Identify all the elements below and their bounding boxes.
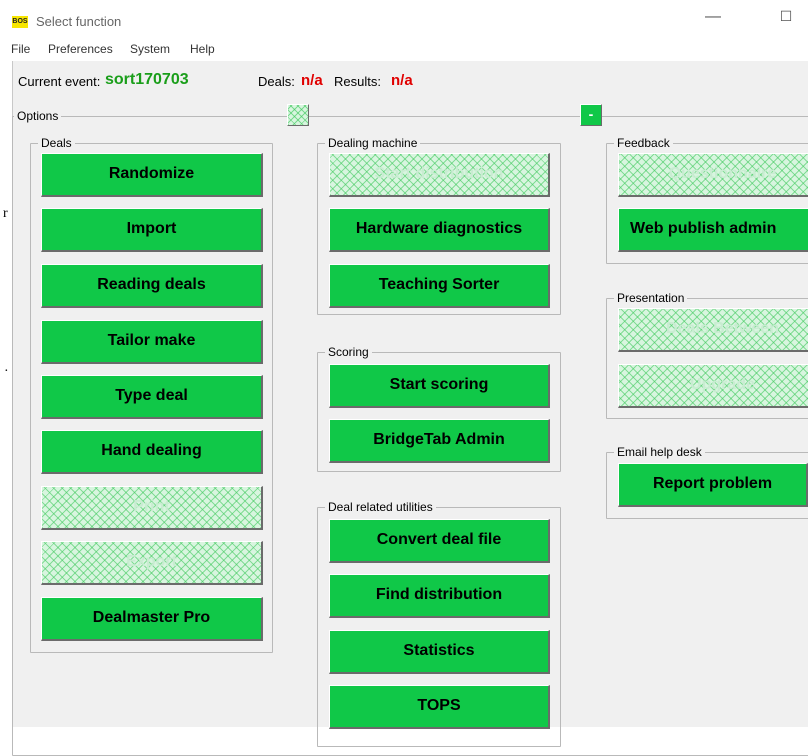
import-button[interactable]: Import bbox=[41, 208, 263, 252]
presentation-label: Presentation bbox=[614, 290, 688, 306]
deals-between-button[interactable]: Deals Between bbox=[618, 308, 808, 352]
hand-dealing-button[interactable]: Hand dealing bbox=[41, 430, 263, 474]
tops-button[interactable]: TOPS bbox=[329, 685, 550, 729]
feedback-label: Feedback bbox=[614, 135, 673, 151]
results-label: Results: bbox=[334, 74, 381, 89]
event-label: Current event: bbox=[18, 74, 101, 89]
menu-bar: File Preferences System Help bbox=[0, 40, 808, 60]
export-button[interactable]: Export bbox=[41, 541, 263, 585]
collapse-button[interactable]: - bbox=[580, 104, 602, 126]
options-label: Options bbox=[14, 108, 62, 124]
menu-file[interactable]: File bbox=[11, 42, 30, 56]
hardware-diagnostics-button[interactable]: Hardware diagnostics bbox=[329, 208, 550, 252]
start-distribution-button[interactable]: Start distribution bbox=[329, 153, 550, 197]
dealmaster-pro-button[interactable]: Dealmaster Pro bbox=[41, 597, 263, 641]
randomize-button[interactable]: Randomize bbox=[41, 153, 263, 197]
window-title: Select function bbox=[36, 14, 122, 29]
deals-label: Deals: bbox=[258, 74, 295, 89]
options-toggle-button[interactable] bbox=[287, 104, 309, 126]
convert-deal-file-button[interactable]: Convert deal file bbox=[329, 519, 550, 563]
web-publish-admin-button[interactable]: Web publish admin bbox=[618, 208, 808, 252]
type-deal-button[interactable]: Type deal bbox=[41, 375, 263, 419]
report-problem-button[interactable]: Report problem bbox=[618, 463, 808, 507]
event-value: sort170703 bbox=[105, 71, 189, 88]
upgrade-button[interactable]: Upgrade bbox=[618, 364, 808, 408]
bridgetab-admin-button[interactable]: BridgeTab Admin bbox=[329, 419, 550, 463]
app-logo-icon: BOS bbox=[12, 16, 28, 28]
find-distribution-button[interactable]: Find distribution bbox=[329, 574, 550, 618]
dealing-machine-label: Dealing machine bbox=[325, 135, 421, 151]
questionnaire-button[interactable]: Questionnaire bbox=[618, 153, 808, 197]
deals-group-label: Deals bbox=[38, 135, 75, 151]
menu-system[interactable]: System bbox=[130, 42, 170, 56]
maximize-button[interactable]: ☐ bbox=[776, 8, 796, 32]
minimize-button[interactable]: — bbox=[703, 8, 723, 32]
tailor-make-button[interactable]: Tailor make bbox=[41, 320, 263, 364]
print-button[interactable]: Print bbox=[41, 486, 263, 530]
menu-preferences[interactable]: Preferences bbox=[48, 42, 113, 56]
stray-dot: · bbox=[4, 364, 9, 379]
results-value: n/a bbox=[391, 72, 413, 89]
deal-utilities-label: Deal related utilities bbox=[325, 499, 436, 515]
reading-deals-button[interactable]: Reading deals bbox=[41, 264, 263, 308]
start-scoring-button[interactable]: Start scoring bbox=[329, 364, 550, 408]
deals-value: n/a bbox=[301, 72, 323, 89]
menu-help[interactable]: Help bbox=[190, 42, 215, 56]
statistics-button[interactable]: Statistics bbox=[329, 630, 550, 674]
scoring-label: Scoring bbox=[325, 344, 372, 360]
teaching-sorter-button[interactable]: Teaching Sorter bbox=[329, 264, 550, 308]
stray-char: r bbox=[3, 206, 8, 221]
email-help-desk-label: Email help desk bbox=[614, 444, 705, 460]
